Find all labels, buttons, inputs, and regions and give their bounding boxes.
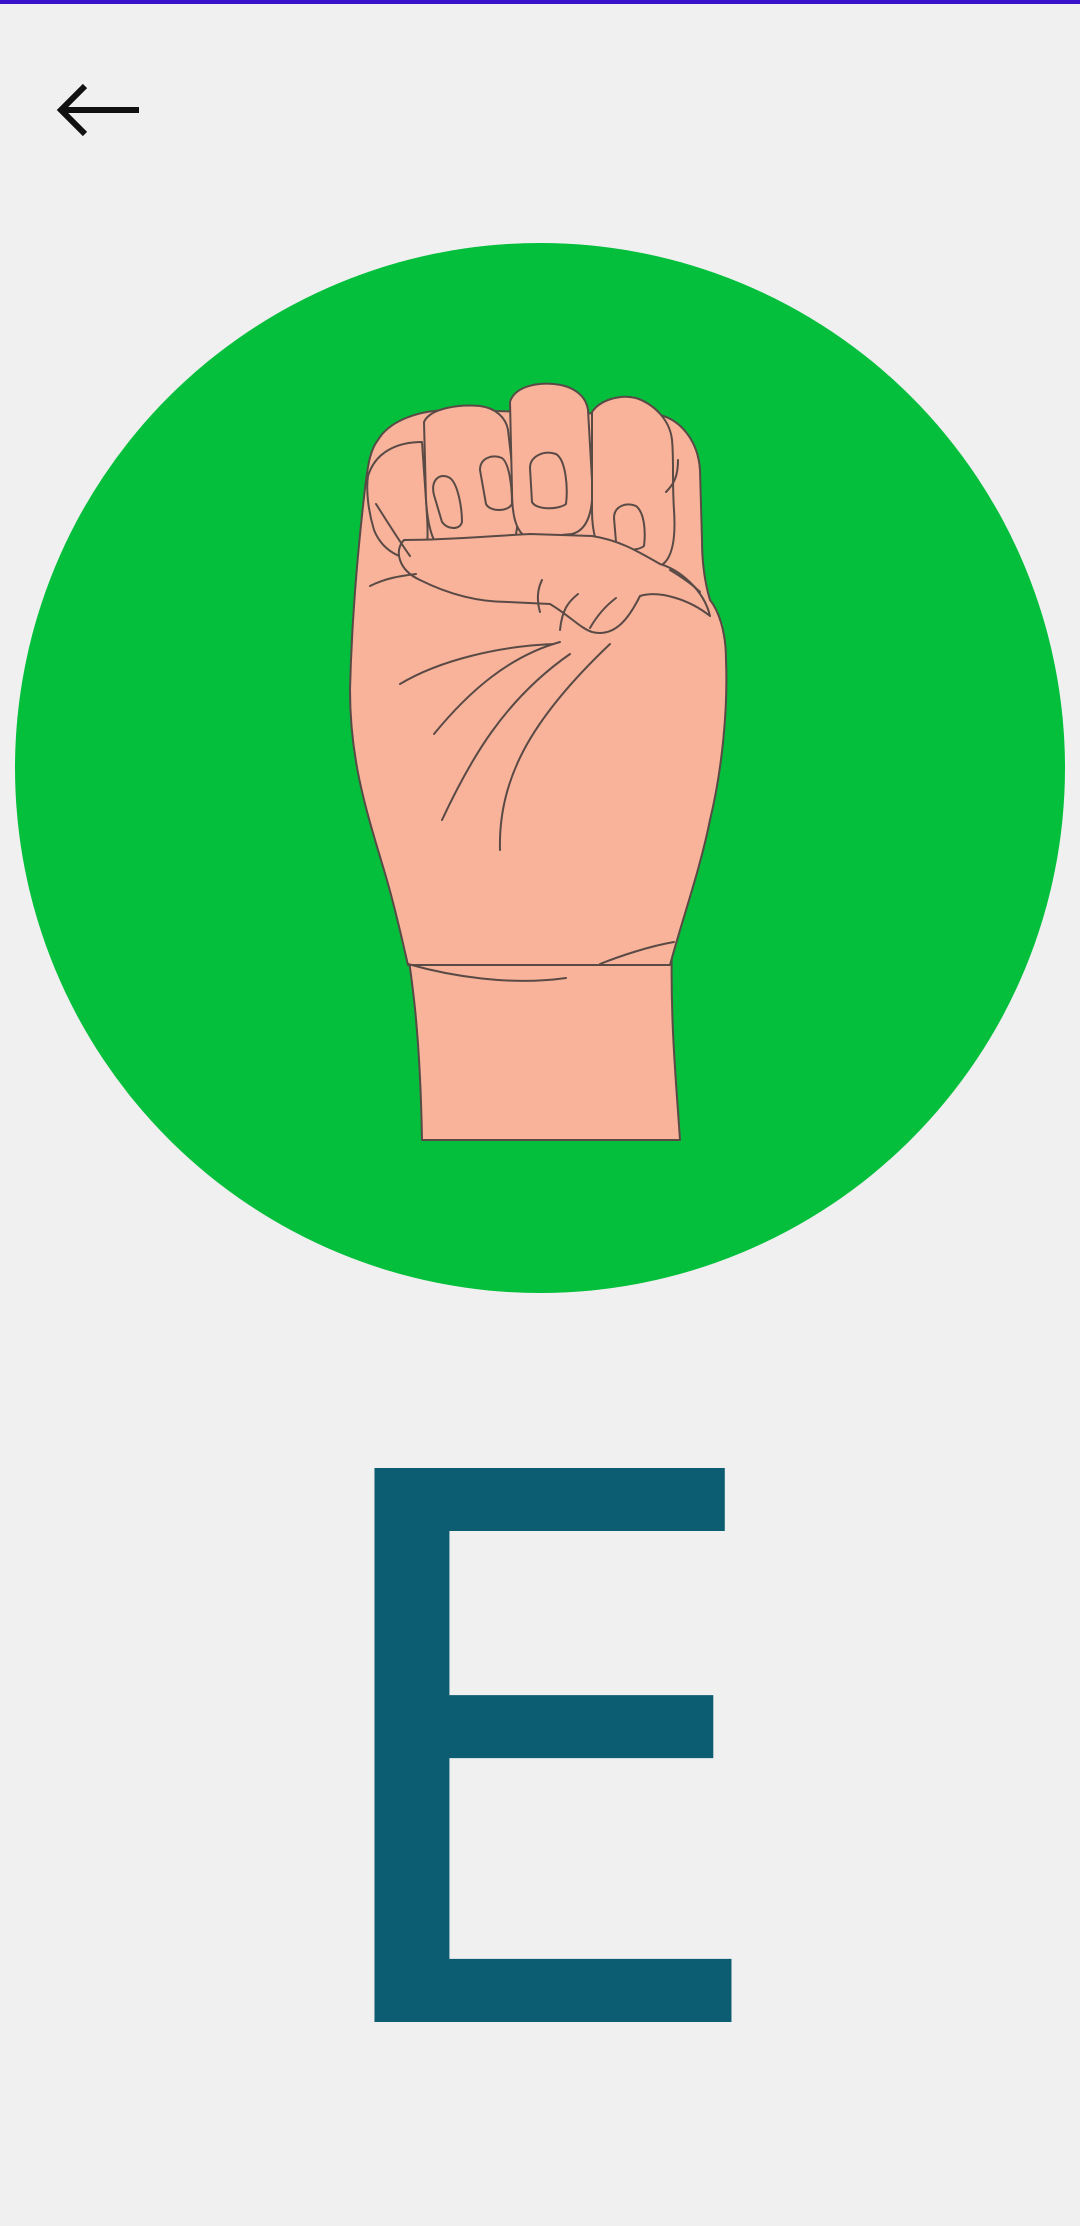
accent-bar bbox=[0, 0, 1080, 4]
arrow-left-icon bbox=[56, 83, 139, 137]
fist-hand-sign-icon bbox=[349, 382, 728, 1141]
back-button[interactable] bbox=[55, 70, 155, 150]
letter-display: E bbox=[299, 1430, 781, 2090]
